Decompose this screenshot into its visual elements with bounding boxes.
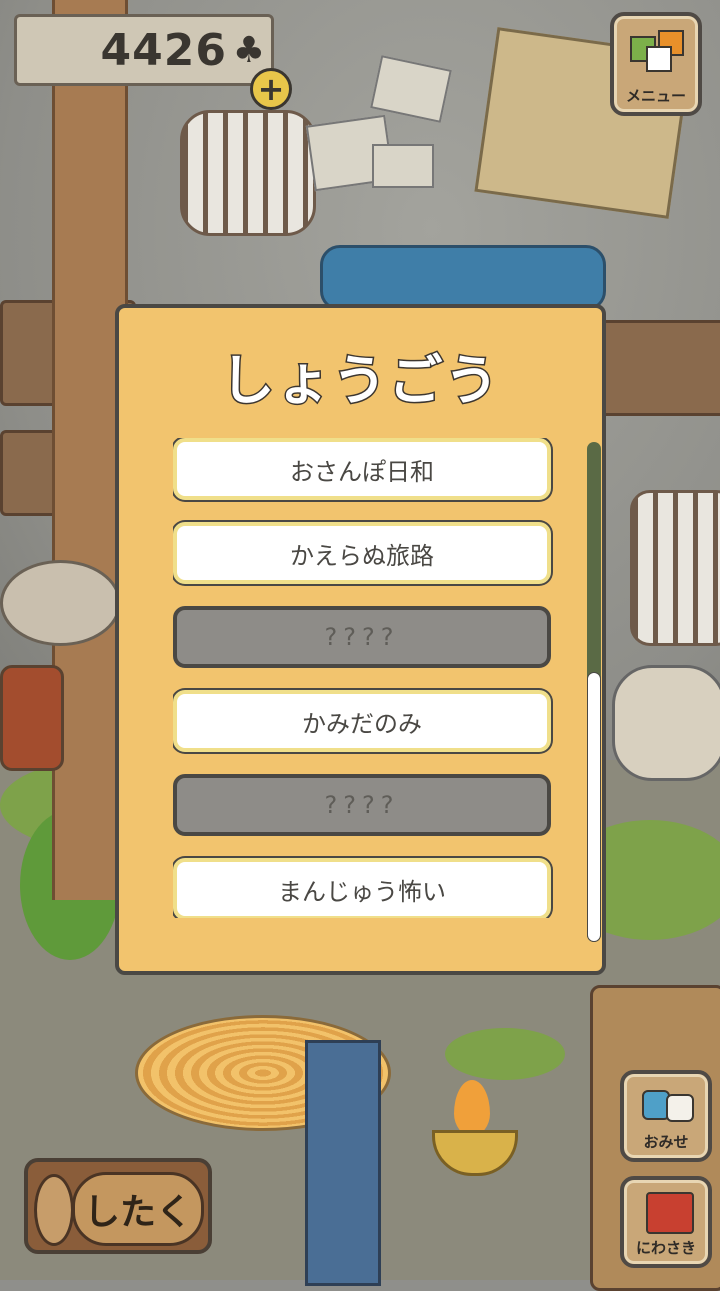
clover-count: 4426 xyxy=(100,25,227,76)
titles-list[interactable]: おさんぽ日和 かえらぬ旅路 ???? かみだのみ ???? まんじゅう怖い xyxy=(173,438,553,918)
prepare-button[interactable]: したく xyxy=(24,1158,212,1254)
shop-icon xyxy=(642,1084,694,1124)
cave-window xyxy=(180,110,316,236)
log-end-icon xyxy=(34,1174,74,1246)
shop-label: おみせ xyxy=(643,1133,689,1151)
menu-icon xyxy=(630,30,684,72)
hanging-cloth xyxy=(305,1040,381,1286)
stone-mound xyxy=(612,665,720,781)
title-item[interactable]: かえらぬ旅路 xyxy=(173,522,551,584)
clover-counter: 4426 ♣ xyxy=(14,14,274,86)
menu-button[interactable]: メニュー xyxy=(610,12,702,116)
titles-dialog: しょうごう おさんぽ日和 かえらぬ旅路 ???? かみだのみ ???? まんじゅ… xyxy=(115,304,606,975)
title-item-locked[interactable]: ???? xyxy=(173,606,551,668)
garden-button[interactable]: にわさき xyxy=(620,1176,712,1268)
wooden-loft xyxy=(600,320,720,416)
clover-icon: ♣ xyxy=(232,30,265,71)
title-item-locked[interactable]: ???? xyxy=(173,774,551,836)
bed xyxy=(320,245,606,311)
title-item[interactable]: まんじゅう怖い xyxy=(173,858,551,918)
garden-icon xyxy=(646,1192,694,1234)
jar xyxy=(0,665,64,771)
add-clover-button[interactable]: + xyxy=(250,68,292,110)
menu-label: メニュー xyxy=(625,87,686,105)
cave-window xyxy=(630,490,720,646)
title-item[interactable]: おさんぽ日和 xyxy=(173,438,551,500)
grass-patch xyxy=(445,1028,565,1080)
dialog-title: しょうごう xyxy=(219,348,501,414)
shop-button[interactable]: おみせ xyxy=(620,1070,712,1162)
scrollbar[interactable] xyxy=(587,442,601,942)
title-item[interactable]: かみだのみ xyxy=(173,690,551,752)
scrollbar-thumb[interactable] xyxy=(587,672,601,942)
wall-note xyxy=(372,144,434,188)
mushroom-shelf xyxy=(0,560,121,646)
prepare-label: したく xyxy=(72,1172,204,1246)
garden-label: にわさき xyxy=(635,1239,696,1257)
